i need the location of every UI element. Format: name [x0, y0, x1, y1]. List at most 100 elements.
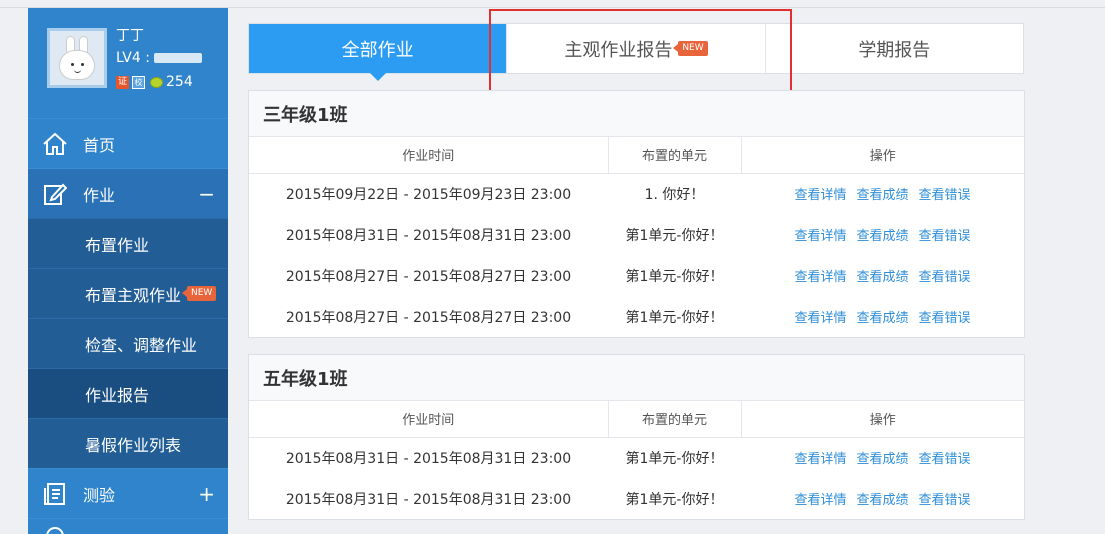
top-border [0, 0, 1105, 8]
sidebar-item-test[interactable]: 测验 + [28, 468, 228, 518]
bean-icon [150, 76, 163, 88]
sidebar-item-label: 检查、调整作业 [85, 335, 198, 355]
row-actions: 查看详情 查看成绩 查看错误 [741, 214, 1024, 255]
view-detail-link[interactable]: 查看详情 [794, 229, 846, 244]
settings-icon [41, 520, 69, 534]
class-title: 三年级1班 [249, 91, 1024, 137]
tab-label: 学期报告 [858, 39, 931, 61]
sidebar-item-check-adjust[interactable]: 检查、调整作业 [28, 318, 228, 368]
document-icon [41, 480, 69, 508]
user-badges: 证 校 254 [116, 74, 193, 90]
column-header-ops: 操作 [741, 401, 1024, 438]
report-tabs: 全部作业 主观作业报告 NEW 学期报告 [248, 23, 1024, 81]
row-actions: 查看详情 查看成绩 查看错误 [741, 478, 1024, 519]
edit-icon [41, 180, 69, 208]
view-detail-link[interactable]: 查看详情 [794, 452, 846, 467]
user-level: LV4 : [116, 50, 202, 66]
sidebar-item-label: 暑假作业列表 [85, 435, 182, 455]
school-icon: 校 [132, 75, 145, 89]
table-row: 2015年08月31日 - 2015年08月31日 23:00 第1单元-你好！… [249, 437, 1024, 478]
homework-unit: 第1单元-你好！ [625, 227, 724, 244]
view-score-link[interactable]: 查看成绩 [856, 493, 908, 508]
sidebar-item-label: 布置作业 [85, 235, 150, 255]
username: 丁丁 [116, 28, 144, 44]
certified-icon: 证 [116, 75, 129, 89]
level-progress-bar [153, 53, 202, 63]
user-profile: 丁丁 LV4 : 证 校 254 [28, 8, 228, 118]
collapse-icon[interactable]: − [198, 184, 215, 204]
class-panel: 五年级1班 作业时间 布置的单元 操作 2015年08月31日 - 2015年0… [248, 354, 1025, 520]
tab-all-homework[interactable]: 全部作业 [249, 24, 508, 81]
table-row: 2015年08月27日 - 2015年08月27日 23:00 第1单元-你好！… [249, 255, 1024, 296]
homework-table: 作业时间 布置的单元 操作 2015年08月31日 - 2015年08月31日 … [249, 401, 1024, 519]
bean-count: 254 [166, 74, 193, 90]
homework-time: 2015年09月22日 - 2015年09月23日 23:00 [285, 186, 572, 203]
column-header-unit: 布置的单元 [608, 401, 742, 438]
homework-unit: 第1单元-你好！ [625, 450, 724, 467]
sidebar-item-homework-report[interactable]: 作业报告 [28, 368, 228, 418]
table-row: 2015年08月27日 - 2015年08月27日 23:00 第1单元-你好！… [249, 296, 1024, 337]
tab-semester-report[interactable]: 学期报告 [766, 24, 1023, 73]
table-header-row: 作业时间 布置的单元 操作 [249, 137, 1024, 174]
view-score-link[interactable]: 查看成绩 [856, 270, 908, 285]
homework-unit: 第1单元-你好！ [625, 268, 724, 285]
view-errors-link[interactable]: 查看错误 [919, 270, 971, 285]
sidebar-item-assign-subjective[interactable]: 布置主观作业 NEW [28, 268, 228, 318]
sidebar-item-label: 布置主观作业 [85, 285, 182, 305]
column-header-time: 作业时间 [249, 137, 609, 174]
view-detail-link[interactable]: 查看详情 [794, 188, 846, 203]
expand-icon[interactable]: + [198, 484, 215, 504]
level-label: LV4 : [116, 50, 150, 66]
homework-time: 2015年08月31日 - 2015年08月31日 23:00 [285, 450, 572, 467]
view-detail-link[interactable]: 查看详情 [794, 311, 846, 326]
column-header-time: 作业时间 [249, 401, 609, 438]
column-header-ops: 操作 [741, 137, 1024, 174]
row-actions: 查看详情 查看成绩 查看错误 [741, 437, 1024, 478]
new-badge: NEW [673, 41, 708, 56]
avatar[interactable] [47, 28, 107, 88]
view-detail-link[interactable]: 查看详情 [794, 493, 846, 508]
view-errors-link[interactable]: 查看错误 [919, 311, 971, 326]
class-panel: 三年级1班 作业时间 布置的单元 操作 2015年09月22日 - 2015年0… [248, 90, 1025, 338]
table-row: 2015年09月22日 - 2015年09月23日 23:00 1. 你好！ 查… [249, 173, 1024, 214]
sidebar-item-label: 作业 [83, 185, 116, 205]
view-errors-link[interactable]: 查看错误 [919, 493, 971, 508]
tab-subjective-report[interactable]: 主观作业报告 NEW [507, 24, 766, 73]
sidebar-item-homework[interactable]: 作业 − [28, 168, 228, 218]
sidebar-item-home[interactable]: 首页 [28, 118, 228, 168]
homework-time: 2015年08月27日 - 2015年08月27日 23:00 [285, 268, 572, 285]
row-actions: 查看详情 查看成绩 查看错误 [741, 255, 1024, 296]
homework-unit: 1. 你好！ [644, 186, 705, 203]
sidebar-item-label: 测验 [83, 485, 116, 505]
class-title: 五年级1班 [249, 355, 1024, 401]
view-score-link[interactable]: 查看成绩 [856, 188, 908, 203]
homework-table: 作业时间 布置的单元 操作 2015年09月22日 - 2015年09月23日 … [249, 137, 1024, 337]
view-errors-link[interactable]: 查看错误 [919, 188, 971, 203]
homework-unit: 第1单元-你好！ [625, 309, 724, 326]
sidebar-item-label: 首页 [83, 135, 116, 155]
view-score-link[interactable]: 查看成绩 [856, 311, 908, 326]
sidebar-item-assign-homework[interactable]: 布置作业 [28, 218, 228, 268]
homework-time: 2015年08月31日 - 2015年08月31日 23:00 [285, 491, 572, 508]
view-score-link[interactable]: 查看成绩 [856, 229, 908, 244]
homework-time: 2015年08月27日 - 2015年08月27日 23:00 [285, 309, 572, 326]
row-actions: 查看详情 查看成绩 查看错误 [741, 173, 1024, 214]
view-errors-link[interactable]: 查看错误 [919, 452, 971, 467]
sidebar-item-more[interactable] [28, 518, 228, 534]
column-header-unit: 布置的单元 [608, 137, 742, 174]
table-row: 2015年08月31日 - 2015年08月31日 23:00 第1单元-你好！… [249, 214, 1024, 255]
bunny-avatar-icon [55, 36, 99, 80]
view-errors-link[interactable]: 查看错误 [919, 229, 971, 244]
tab-label: 主观作业报告 [564, 39, 673, 61]
homework-time: 2015年08月31日 - 2015年08月31日 23:00 [285, 227, 572, 244]
homework-unit: 第1单元-你好！ [625, 491, 724, 508]
view-detail-link[interactable]: 查看详情 [794, 270, 846, 285]
table-header-row: 作业时间 布置的单元 操作 [249, 401, 1024, 438]
sidebar: 丁丁 LV4 : 证 校 254 首页 作业 − 布置作业 布置主观作业 NEW… [28, 8, 228, 534]
sidebar-item-summer-list[interactable]: 暑假作业列表 [28, 418, 228, 468]
tab-label: 全部作业 [341, 39, 414, 61]
row-actions: 查看详情 查看成绩 查看错误 [741, 296, 1024, 337]
view-score-link[interactable]: 查看成绩 [856, 452, 908, 467]
home-icon [41, 130, 69, 158]
table-row: 2015年08月31日 - 2015年08月31日 23:00 第1单元-你好！… [249, 478, 1024, 519]
